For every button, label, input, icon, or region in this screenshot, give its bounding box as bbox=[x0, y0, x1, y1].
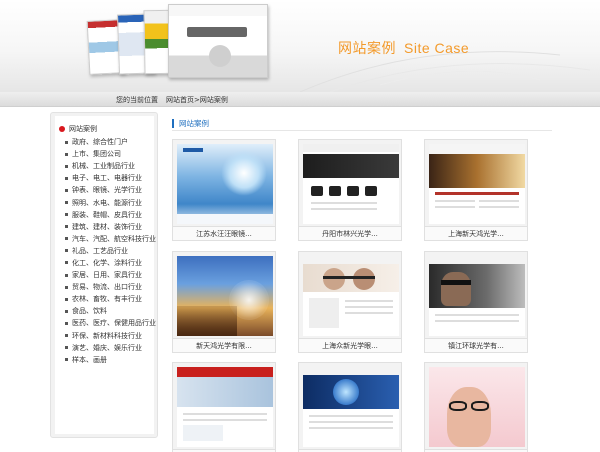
banner-title: 网站案例 Site Case bbox=[338, 38, 469, 58]
square-bullet-icon bbox=[65, 140, 68, 144]
case-caption[interactable]: 上海新天鸿光学... bbox=[424, 227, 528, 241]
sidebar-item-label: 化工、化学、涂料行业 bbox=[72, 258, 142, 267]
sidebar-item-label: 照明、水电、能源行业 bbox=[72, 198, 142, 207]
case-thumbnail[interactable] bbox=[177, 256, 273, 336]
sidebar-heading-label: 网站案例 bbox=[69, 125, 97, 133]
square-bullet-icon bbox=[65, 346, 68, 350]
case-caption[interactable]: 丹阳市林兴光学... bbox=[298, 227, 402, 241]
header-banner: 网站案例 Site Case bbox=[0, 0, 600, 92]
square-bullet-icon bbox=[65, 249, 68, 253]
sidebar-item-label: 样本、画册 bbox=[72, 355, 107, 364]
sidebar-item-label: 上市、集团公司 bbox=[72, 150, 121, 159]
breadcrumb-path-link[interactable]: 网站首页>网站案例 bbox=[166, 95, 228, 105]
case-caption[interactable]: 镇江环球光学有... bbox=[424, 339, 528, 353]
sidebar-item[interactable]: 钟表、眼镜、光学行业 bbox=[65, 184, 156, 196]
sidebar-item[interactable]: 化工、化学、涂料行业 bbox=[65, 257, 156, 269]
sidebar-item-label: 礼品、工艺品行业 bbox=[72, 246, 128, 255]
section-heading: 网站案例 bbox=[172, 118, 209, 129]
sidebar-item[interactable]: 服装、鞋帽、皮具行业 bbox=[65, 209, 156, 221]
case-caption[interactable]: 江苏水汪汪眼镜... bbox=[172, 227, 276, 241]
case-thumbnail-frame bbox=[298, 362, 402, 450]
banner-title-cn: 网站案例 bbox=[338, 41, 396, 57]
square-bullet-icon bbox=[65, 334, 68, 338]
sidebar-category-list: 政府、综合性门户 上市、集团公司 机械、工业制品行业 电子、电工、电器行业 钟表… bbox=[65, 136, 156, 366]
sidebar-item-label: 演艺、婚庆、娱乐行业 bbox=[72, 343, 142, 352]
case-thumbnail-frame bbox=[424, 362, 528, 450]
case-thumbnail-frame bbox=[172, 251, 276, 339]
sidebar-item-label: 机械、工业制品行业 bbox=[72, 162, 135, 171]
sidebar-heading: 网站案例 bbox=[59, 124, 97, 134]
square-bullet-icon bbox=[65, 188, 68, 192]
sidebar-item[interactable]: 贸易、物流、出口行业 bbox=[65, 281, 156, 293]
sidebar-item[interactable]: 政府、综合性门户 bbox=[65, 136, 156, 148]
sidebar-item[interactable]: 电子、电工、电器行业 bbox=[65, 172, 156, 184]
case-thumbnail[interactable] bbox=[429, 144, 525, 224]
sidebar-item[interactable]: 照明、水电、能源行业 bbox=[65, 196, 156, 208]
square-bullet-icon bbox=[65, 261, 68, 265]
sidebar-item[interactable]: 建筑、建材、装饰行业 bbox=[65, 221, 156, 233]
square-bullet-icon bbox=[65, 358, 68, 362]
sidebar-item[interactable]: 环保、新材料科技行业 bbox=[65, 330, 156, 342]
sidebar-item[interactable]: 机械、工业制品行业 bbox=[65, 160, 156, 172]
breadcrumb: 您的当前位置 网站首页>网站案例 bbox=[0, 92, 600, 107]
sidebar-item[interactable]: 演艺、婚庆、娱乐行业 bbox=[65, 342, 156, 354]
case-thumbnail[interactable] bbox=[303, 367, 399, 447]
square-bullet-icon bbox=[65, 164, 68, 168]
square-bullet-icon bbox=[65, 237, 68, 241]
sidebar-item-label: 服装、鞋帽、皮具行业 bbox=[72, 210, 142, 219]
case-thumbnail[interactable] bbox=[429, 367, 525, 447]
sidebar-item[interactable]: 家居、日用、家具行业 bbox=[65, 269, 156, 281]
breadcrumb-label: 您的当前位置 bbox=[116, 96, 158, 104]
sidebar-item-label: 家居、日用、家具行业 bbox=[72, 271, 142, 280]
case-thumbnail[interactable] bbox=[303, 256, 399, 336]
section-heading-label: 网站案例 bbox=[179, 119, 209, 128]
sidebar-item[interactable]: 样本、画册 bbox=[65, 354, 156, 366]
square-bullet-icon bbox=[65, 273, 68, 277]
square-bullet-icon bbox=[65, 152, 68, 156]
square-bullet-icon bbox=[65, 285, 68, 289]
square-bullet-icon bbox=[65, 201, 68, 205]
case-thumbnail-frame bbox=[172, 362, 276, 450]
sidebar-panel: 网站案例 政府、综合性门户 上市、集团公司 机械、工业制品行业 电子、电工、电器… bbox=[55, 116, 156, 434]
case-thumbnail-frame bbox=[172, 139, 276, 227]
sidebar-item[interactable]: 上市、集团公司 bbox=[65, 148, 156, 160]
case-thumbnail-frame bbox=[298, 139, 402, 227]
sidebar-item-label: 贸易、物流、出口行业 bbox=[72, 283, 142, 292]
sidebar-item-label: 政府、综合性门户 bbox=[72, 138, 128, 147]
square-bullet-icon bbox=[65, 321, 68, 325]
case-thumbnail[interactable] bbox=[177, 367, 273, 447]
sidebar-item[interactable]: 汽车、汽配、航空科技行业 bbox=[65, 233, 156, 245]
sidebar-item-label: 建筑、建材、装饰行业 bbox=[72, 222, 142, 231]
section-divider bbox=[172, 130, 552, 131]
case-thumbnail-frame bbox=[298, 251, 402, 339]
sidebar-item-label: 汽车、汽配、航空科技行业 bbox=[72, 234, 156, 243]
case-caption[interactable]: 上海众新光学眼... bbox=[298, 339, 402, 353]
sidebar-item[interactable]: 礼品、工艺品行业 bbox=[65, 245, 156, 257]
square-bullet-icon bbox=[65, 225, 68, 229]
banner-site-thumbnail bbox=[168, 4, 268, 78]
case-thumbnail-frame bbox=[424, 139, 528, 227]
sidebar-item[interactable]: 农林、畜牧、有丰行业 bbox=[65, 293, 156, 305]
sidebar-item-label: 电子、电工、电器行业 bbox=[72, 174, 142, 183]
sidebar-item[interactable]: 食品、饮料 bbox=[65, 305, 156, 317]
square-bullet-icon bbox=[65, 309, 68, 313]
sidebar-item-label: 食品、饮料 bbox=[72, 307, 107, 316]
sidebar-item-label: 农林、畜牧、有丰行业 bbox=[72, 295, 142, 304]
case-thumbnail-frame bbox=[424, 251, 528, 339]
square-bullet-icon bbox=[65, 213, 68, 217]
category-sidebar: 网站案例 政府、综合性门户 上市、集团公司 机械、工业制品行业 电子、电工、电器… bbox=[50, 112, 158, 438]
sidebar-item-label: 医药、医疗、保健用品行业 bbox=[72, 319, 156, 328]
sidebar-item[interactable]: 医药、医疗、保健用品行业 bbox=[65, 317, 156, 329]
heading-accent-bar bbox=[172, 119, 174, 128]
banner-title-en: Site Case bbox=[404, 40, 470, 56]
square-bullet-icon bbox=[65, 176, 68, 180]
red-bullet-icon bbox=[59, 126, 65, 132]
sidebar-item-label: 环保、新材料科技行业 bbox=[72, 331, 142, 340]
square-bullet-icon bbox=[65, 297, 68, 301]
case-thumbnail[interactable] bbox=[429, 256, 525, 336]
case-thumbnail[interactable] bbox=[303, 144, 399, 224]
case-caption[interactable]: 新天鸿光学有限... bbox=[172, 339, 276, 353]
case-thumbnail[interactable] bbox=[177, 144, 273, 224]
sidebar-item-label: 钟表、眼镜、光学行业 bbox=[72, 186, 142, 195]
